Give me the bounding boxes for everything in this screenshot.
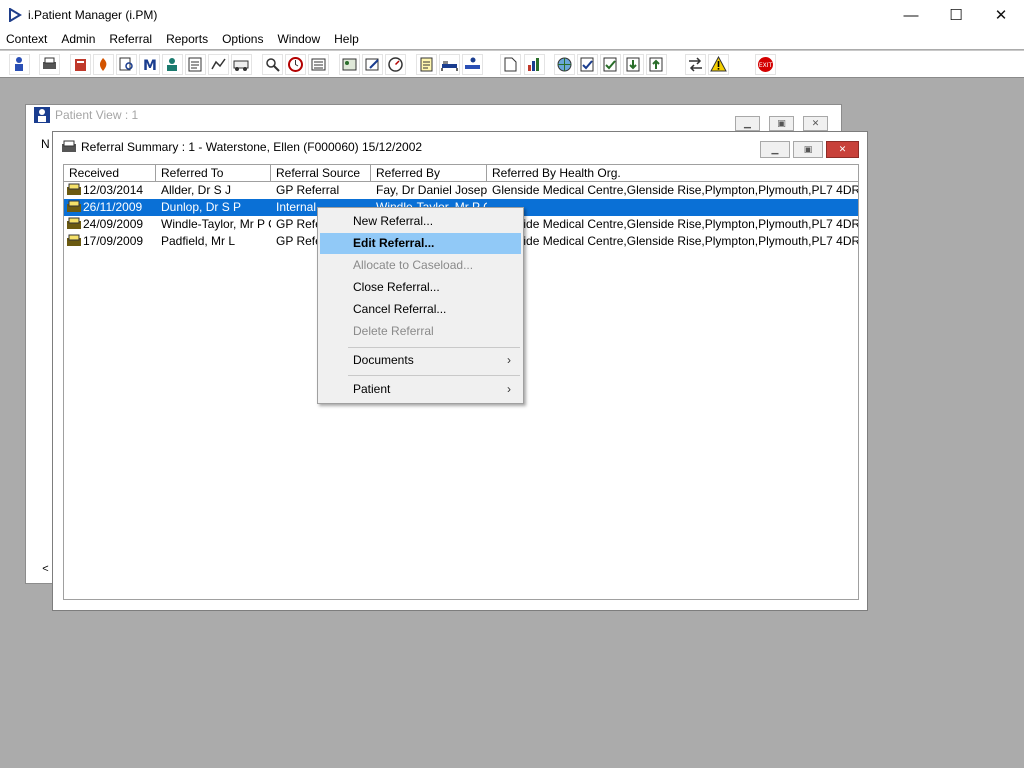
app-play-icon bbox=[9, 8, 22, 22]
patient-view-titlebar: Patient View : 1 bbox=[26, 105, 841, 125]
exit-icon[interactable]: EXIT bbox=[755, 54, 776, 75]
referral-row-icon bbox=[67, 183, 81, 195]
menu-reports[interactable]: Reports bbox=[159, 30, 215, 49]
cell-received: 12/03/2014 bbox=[83, 183, 144, 197]
flame-icon[interactable] bbox=[93, 54, 114, 75]
globe-icon[interactable] bbox=[554, 54, 575, 75]
referral-row-icon bbox=[67, 234, 81, 246]
bed-icon[interactable] bbox=[439, 54, 460, 75]
menu-item-cancel-referral[interactable]: Cancel Referral... bbox=[320, 299, 521, 320]
warning-icon[interactable] bbox=[708, 54, 729, 75]
cell-health-org bbox=[492, 199, 858, 216]
column-referred-to[interactable]: Referred To bbox=[156, 165, 271, 182]
search-doc-icon[interactable] bbox=[116, 54, 137, 75]
menu-context[interactable]: Context bbox=[0, 30, 54, 49]
patient-view-close-button[interactable]: ✕ bbox=[803, 116, 828, 131]
context-menu: New Referral... Edit Referral... Allocat… bbox=[317, 207, 524, 404]
menu-item-delete-referral: Delete Referral bbox=[353, 324, 434, 338]
referral-minimize-button[interactable]: ▁ bbox=[760, 141, 790, 158]
check-list-icon[interactable] bbox=[600, 54, 621, 75]
chart-icon[interactable] bbox=[208, 54, 229, 75]
menu-item-documents-label: Documents bbox=[353, 353, 414, 367]
menu-options[interactable]: Options bbox=[215, 30, 270, 49]
menu-item-patient-label: Patient bbox=[353, 382, 391, 396]
cell-referred-to: Windle-Taylor, Mr P C bbox=[161, 217, 271, 231]
person-card-icon[interactable] bbox=[162, 54, 183, 75]
menu-bar: Context Admin Referral Reports Options W… bbox=[0, 30, 1024, 49]
patient-view-column-head: N bbox=[41, 137, 50, 151]
column-referral-source[interactable]: Referral Source bbox=[271, 165, 371, 182]
referral-summary-titlebar: Referral Summary : 1 - Waterstone, Ellen… bbox=[53, 132, 867, 162]
referral-restore-button[interactable]: ▣ bbox=[793, 141, 823, 158]
gauge-icon[interactable] bbox=[385, 54, 406, 75]
cell-health-org: Glenside Medical Centre,Glenside Rise,Pl… bbox=[492, 234, 858, 248]
menu-item-edit-referral[interactable]: Edit Referral... bbox=[320, 233, 521, 254]
notepad-icon[interactable] bbox=[416, 54, 437, 75]
menu-item-allocate-to-caseload: Allocate to Caseload... bbox=[353, 258, 474, 272]
person-bed-icon[interactable] bbox=[462, 54, 483, 75]
photo-card-icon[interactable] bbox=[339, 54, 360, 75]
column-referred-by-health-org[interactable]: Referred By Health Org. bbox=[487, 165, 858, 182]
svg-text:M: M bbox=[143, 58, 157, 73]
cell-referred-to: Padfield, Mr L bbox=[161, 234, 236, 248]
list-icon[interactable] bbox=[308, 54, 329, 75]
app-title: i.Patient Manager (i.PM) bbox=[28, 8, 158, 22]
edit-form-icon[interactable] bbox=[185, 54, 206, 75]
menu-separator bbox=[348, 375, 520, 376]
referral-close-button[interactable]: ✕ bbox=[826, 141, 859, 158]
app-title-bar: i.Patient Manager (i.PM) — ☐ ✕ bbox=[0, 0, 1024, 30]
upload-icon[interactable] bbox=[646, 54, 667, 75]
document-icon[interactable] bbox=[500, 54, 521, 75]
printer-icon[interactable] bbox=[39, 54, 60, 75]
cell-received: 17/09/2009 bbox=[83, 234, 144, 248]
cell-referral-source: GP Referral bbox=[276, 183, 340, 197]
form-edit-icon[interactable] bbox=[362, 54, 383, 75]
referral-summary-icon bbox=[62, 140, 76, 152]
minimize-button[interactable]: — bbox=[888, 0, 934, 30]
cell-received: 24/09/2009 bbox=[83, 217, 144, 231]
patient-view-minimize-button[interactable]: ▁ bbox=[735, 116, 760, 131]
table-row[interactable]: 12/03/2014 Allder, Dr S J GP Referral Fa… bbox=[64, 182, 858, 199]
referral-row-icon bbox=[67, 200, 81, 212]
menu-item-new-referral[interactable]: New Referral... bbox=[320, 211, 521, 232]
m-icon[interactable]: M bbox=[139, 54, 160, 75]
toolbar: M EXIT bbox=[0, 50, 1024, 78]
bar-chart-icon[interactable] bbox=[524, 54, 545, 75]
magnify-icon[interactable] bbox=[262, 54, 283, 75]
cell-health-org: Glenside Medical Centre,Glenside Rise,Pl… bbox=[492, 183, 858, 197]
column-received[interactable]: Received bbox=[64, 165, 156, 182]
cell-referred-by: Fay, Dr Daniel Joseph bbox=[376, 183, 487, 197]
menu-separator bbox=[348, 347, 520, 348]
cell-received: 26/11/2009 bbox=[83, 200, 143, 214]
maximize-button[interactable]: ☐ bbox=[933, 0, 979, 30]
book-icon[interactable] bbox=[70, 54, 91, 75]
ambulance-icon[interactable] bbox=[231, 54, 252, 75]
chevron-right-icon: › bbox=[507, 353, 511, 367]
menu-item-close-referral[interactable]: Close Referral... bbox=[320, 277, 521, 298]
svg-text:EXIT: EXIT bbox=[759, 62, 773, 69]
chevron-right-icon: › bbox=[507, 382, 511, 396]
menu-item-patient[interactable]: Patient › bbox=[320, 379, 521, 400]
menu-help[interactable]: Help bbox=[327, 30, 366, 49]
patient-icon bbox=[34, 107, 50, 123]
patient-icon[interactable] bbox=[9, 54, 30, 75]
menu-window[interactable]: Window bbox=[270, 30, 327, 49]
check-form-icon[interactable] bbox=[577, 54, 598, 75]
close-button[interactable]: ✕ bbox=[978, 0, 1024, 30]
patient-view-restore-button[interactable]: ▣ bbox=[769, 116, 794, 131]
column-referred-by[interactable]: Referred By bbox=[371, 165, 487, 182]
cell-referred-to: Dunlop, Dr S P bbox=[161, 200, 242, 214]
menu-item-documents[interactable]: Documents › bbox=[320, 350, 521, 371]
menu-referral[interactable]: Referral bbox=[102, 30, 159, 49]
referral-row-icon bbox=[67, 217, 81, 229]
referral-list-header: Received Referred To Referral Source Ref… bbox=[64, 165, 858, 182]
patient-view-title: Patient View : 1 bbox=[55, 108, 139, 122]
menu-admin[interactable]: Admin bbox=[54, 30, 102, 49]
cell-referred-to: Allder, Dr S J bbox=[161, 183, 232, 197]
referral-summary-title: Referral Summary : 1 - Waterstone, Ellen… bbox=[81, 140, 423, 154]
cell-health-org: Glenside Medical Centre,Glenside Rise,Pl… bbox=[492, 217, 858, 231]
clock-icon[interactable] bbox=[285, 54, 306, 75]
transfer-icon[interactable] bbox=[685, 54, 706, 75]
download-icon[interactable] bbox=[623, 54, 644, 75]
